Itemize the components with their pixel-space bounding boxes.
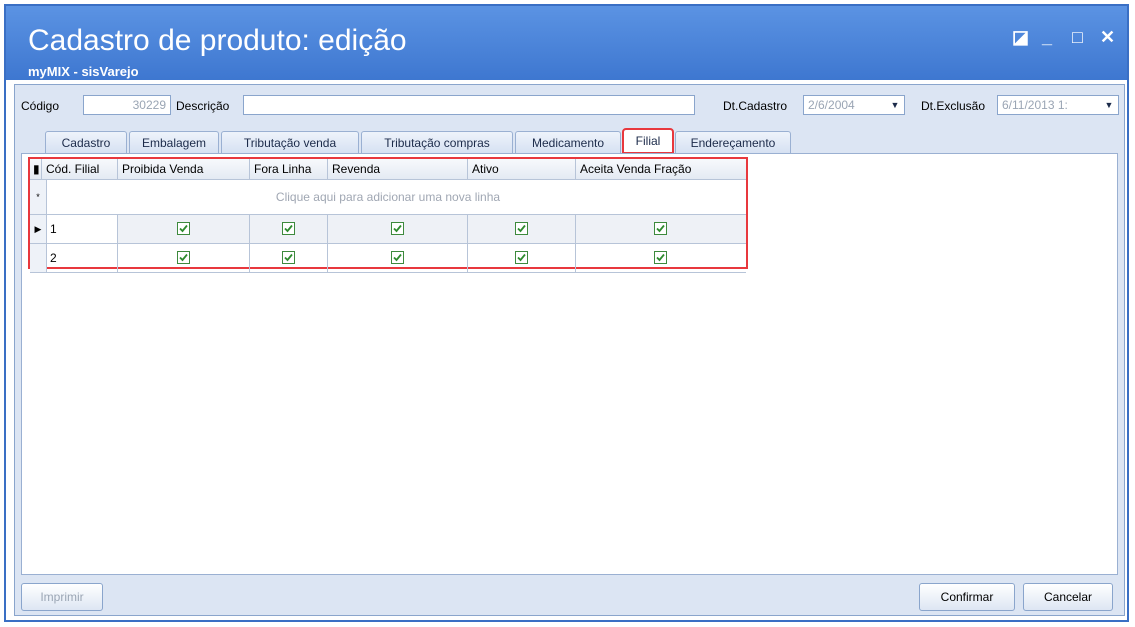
dt-exclusao-field[interactable]: 6/11/2013 1: ▼ — [997, 95, 1119, 115]
codigo-label: Código — [21, 99, 60, 113]
ativo-cell[interactable] — [468, 244, 576, 272]
checkbox-checked-icon[interactable] — [177, 222, 190, 235]
close-icon[interactable]: ✕ — [1100, 28, 1115, 46]
chevron-down-icon[interactable]: ▼ — [888, 98, 902, 112]
checkbox-checked-icon[interactable] — [177, 251, 190, 264]
fora-linha-cell[interactable] — [250, 244, 328, 272]
descricao-label: Descrição — [176, 99, 230, 113]
cancelar-button[interactable]: Cancelar — [1023, 583, 1113, 611]
checkbox-checked-icon[interactable] — [391, 222, 404, 235]
add-row-text[interactable]: Clique aqui para adicionar uma nova linh… — [30, 180, 746, 214]
col-cod-filial[interactable]: Cód. Filial — [42, 159, 118, 179]
tab-tributacao-compras[interactable]: Tributação compras — [361, 131, 513, 153]
checkbox-checked-icon[interactable] — [391, 251, 404, 264]
codigo-field[interactable]: 30229 — [83, 95, 171, 115]
descricao-field[interactable] — [243, 95, 695, 115]
confirmar-button[interactable]: Confirmar — [919, 583, 1015, 611]
product-edit-window: Cadastro de produto: edição myMIX - sisV… — [4, 4, 1129, 622]
cod-filial-value: 2 — [50, 251, 57, 265]
filial-grid: ▮ Cód. Filial Proibida Venda Fora Linha … — [28, 157, 748, 273]
checkbox-checked-icon[interactable] — [654, 222, 667, 235]
fora-linha-cell[interactable] — [250, 215, 328, 243]
filial-tab-panel: ▮ Cód. Filial Proibida Venda Fora Linha … — [21, 153, 1118, 575]
checkbox-checked-icon[interactable] — [282, 251, 295, 264]
revenda-cell[interactable] — [328, 244, 468, 272]
table-row[interactable]: ▶ 1 — [30, 215, 746, 244]
col-ativo[interactable]: Ativo — [468, 159, 576, 179]
tab-filial[interactable]: Filial — [622, 128, 674, 154]
restore-icon[interactable]: ◪ — [1012, 28, 1029, 46]
cod-filial-value: 1 — [50, 222, 57, 236]
cod-filial-cell[interactable]: 2 — [46, 244, 118, 272]
add-row[interactable]: * Clique aqui para adicionar uma nova li… — [30, 180, 746, 215]
minimize-icon[interactable]: _ — [1042, 28, 1052, 46]
tab-medicamento[interactable]: Medicamento — [515, 131, 621, 153]
chevron-down-icon[interactable]: ▼ — [1102, 98, 1116, 112]
window-title: Cadastro de produto: edição — [28, 24, 407, 57]
tab-embalagem[interactable]: Embalagem — [129, 131, 219, 153]
tab-tributacao-venda[interactable]: Tributação venda — [221, 131, 359, 153]
row-selector[interactable] — [30, 244, 47, 272]
tab-cadastro[interactable]: Cadastro — [45, 131, 127, 153]
table-row[interactable]: 2 — [30, 244, 746, 273]
revenda-cell[interactable] — [328, 215, 468, 243]
maximize-icon[interactable]: □ — [1072, 28, 1083, 46]
window-subtitle: myMIX - sisVarejo — [28, 64, 139, 79]
col-revenda[interactable]: Revenda — [328, 159, 468, 179]
grid-header: ▮ Cód. Filial Proibida Venda Fora Linha … — [30, 159, 746, 180]
ativo-cell[interactable] — [468, 215, 576, 243]
title-bar[interactable]: Cadastro de produto: edição myMIX - sisV… — [6, 6, 1127, 80]
dt-exclusao-value: 6/11/2013 1: — [1002, 98, 1068, 112]
dt-exclusao-label: Dt.Exclusão — [921, 99, 986, 113]
checkbox-checked-icon[interactable] — [282, 222, 295, 235]
tab-enderecamento[interactable]: Endereçamento — [675, 131, 791, 153]
proibida-venda-cell[interactable] — [118, 244, 250, 272]
grid-corner-handle[interactable]: ▮ — [30, 159, 42, 179]
cod-filial-cell[interactable]: 1 — [46, 215, 118, 243]
checkbox-checked-icon[interactable] — [515, 222, 528, 235]
checkbox-checked-icon[interactable] — [654, 251, 667, 264]
dt-cadastro-field[interactable]: 2/6/2004 ▼ — [803, 95, 905, 115]
dt-cadastro-label: Dt.Cadastro — [723, 99, 788, 113]
aceita-venda-fracao-cell[interactable] — [576, 244, 746, 272]
aceita-venda-fracao-cell[interactable] — [576, 215, 746, 243]
col-proibida-venda[interactable]: Proibida Venda — [118, 159, 250, 179]
checkbox-checked-icon[interactable] — [515, 251, 528, 264]
form-area: Código 30229 Descrição Dt.Cadastro 2/6/2… — [14, 84, 1125, 616]
col-fora-linha[interactable]: Fora Linha — [250, 159, 328, 179]
current-row-indicator-icon: ▶ — [30, 215, 47, 243]
imprimir-button[interactable]: Imprimir — [21, 583, 103, 611]
proibida-venda-cell[interactable] — [118, 215, 250, 243]
bottom-bar: Imprimir Confirmar Cancelar — [15, 575, 1124, 615]
col-aceita-venda-fracao[interactable]: Aceita Venda Fração — [576, 159, 746, 179]
dt-cadastro-value: 2/6/2004 — [808, 98, 855, 112]
